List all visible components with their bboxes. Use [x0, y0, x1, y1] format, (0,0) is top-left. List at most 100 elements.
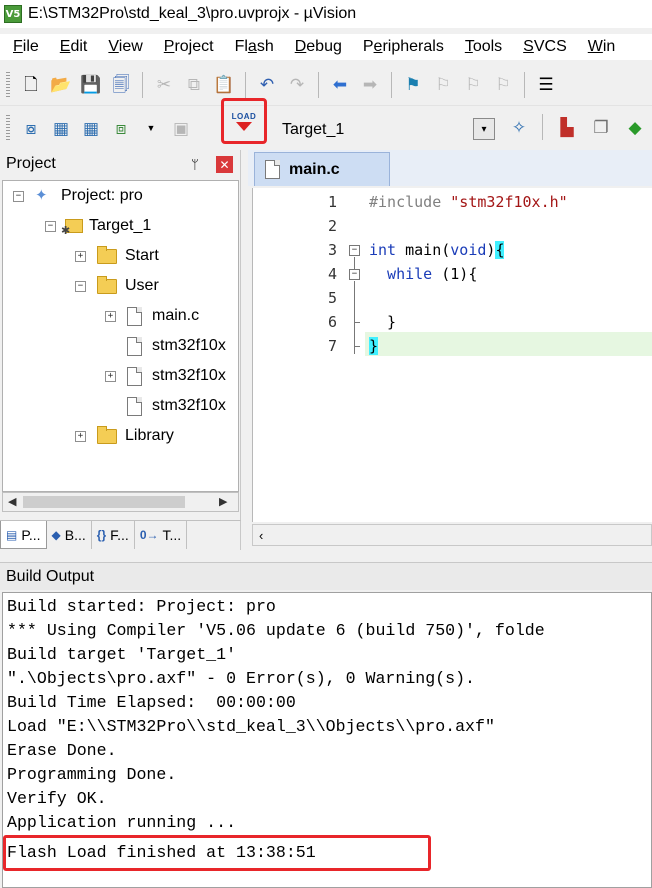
- file-extensions-icon[interactable]: ❐: [588, 114, 614, 140]
- build-icon[interactable]: ▦: [48, 115, 74, 141]
- line-number: 3: [327, 241, 337, 259]
- scrollbar-thumb[interactable]: [23, 496, 185, 508]
- build-output-pane[interactable]: Build started: Project: pro *** Using Co…: [2, 592, 652, 888]
- expand-toggle[interactable]: +: [75, 431, 86, 442]
- project-panel: Project ᛘ ✕ − ✦ Project: pro − ✱ Target_…: [0, 150, 241, 550]
- toolbar-separator: [318, 71, 319, 98]
- batch-build-icon[interactable]: ⧈: [108, 115, 134, 141]
- indent-icon[interactable]: ☰: [533, 72, 559, 98]
- clear-bookmarks-icon[interactable]: ⚐: [490, 72, 516, 98]
- next-bookmark-icon[interactable]: ⚐: [460, 72, 486, 98]
- tab-main-c[interactable]: main.c: [254, 152, 390, 186]
- tree-item-label: Target_1: [89, 217, 152, 234]
- scroll-right-icon[interactable]: ▶: [219, 495, 227, 508]
- menu-debug[interactable]: Debug: [282, 38, 350, 56]
- undo-icon[interactable]: ↶: [254, 72, 280, 98]
- toolbar-separator: [524, 71, 525, 98]
- target-selected-value: Target_1: [282, 121, 345, 138]
- file-icon: [127, 366, 142, 386]
- toolbar-separator: [542, 114, 543, 140]
- tab-project[interactable]: ▤ P...: [0, 521, 47, 549]
- chevron-down-icon[interactable]: ▾: [473, 118, 495, 140]
- tree-item-group-user[interactable]: User: [97, 273, 159, 299]
- project-tree: − ✦ Project: pro − ✱ Target_1 + Start − …: [2, 180, 239, 492]
- save-all-icon[interactable]: 🗐: [108, 72, 134, 98]
- batch-dropdown-icon[interactable]: ▼: [138, 115, 164, 141]
- tree-item-file[interactable]: stm32f10x: [127, 393, 226, 419]
- tree-horizontal-scrollbar[interactable]: ◀ ▶: [2, 492, 239, 512]
- menu-svcs[interactable]: SVCS: [510, 38, 575, 56]
- bookmark-icon[interactable]: ⚑: [400, 72, 426, 98]
- close-icon[interactable]: ✕: [216, 156, 233, 173]
- save-icon[interactable]: 💾: [78, 72, 104, 98]
- navigate-back-icon[interactable]: ⬅: [327, 72, 353, 98]
- file-toolbar: 🗋 📂 💾 🗐 ✂ ⧉ 📋 ↶ ↷ ⬅ ➡ ⚑ ⚐ ⚐ ⚐ ☰: [0, 64, 652, 106]
- fold-toggle[interactable]: −: [349, 245, 360, 256]
- line-number: 5: [327, 289, 337, 307]
- menu-window[interactable]: Win: [575, 38, 624, 56]
- tab-functions[interactable]: {} F...: [91, 521, 135, 549]
- functions-tab-icon: {}: [96, 528, 107, 542]
- tree-item-group-start[interactable]: Start: [97, 243, 159, 269]
- manage-components-icon[interactable]: ▙: [554, 114, 580, 140]
- open-folder-icon[interactable]: 📂: [48, 72, 74, 98]
- copy-icon[interactable]: ⧉: [181, 72, 207, 98]
- collapse-toggle[interactable]: −: [13, 191, 24, 202]
- menu-project[interactable]: Project: [151, 38, 222, 56]
- tree-item-file[interactable]: stm32f10x: [127, 333, 226, 359]
- collapse-toggle[interactable]: −: [75, 281, 86, 292]
- tree-item-file[interactable]: stm32f10x: [127, 363, 226, 389]
- expand-toggle[interactable]: +: [105, 311, 116, 322]
- project-icon: ✦: [35, 187, 48, 204]
- scroll-left-icon[interactable]: ◀: [8, 495, 16, 508]
- window-title: E:\STM32Pro\std_keal_3\pro.uvprojx - µVi…: [28, 5, 357, 22]
- menu-tools[interactable]: Tools: [452, 38, 510, 56]
- target-select[interactable]: Target_1 ▾: [282, 116, 502, 144]
- code-line-3: int main(void){: [369, 241, 505, 259]
- tree-item-label: stm32f10x: [152, 337, 226, 354]
- line-number: 1: [327, 193, 337, 211]
- rebuild-icon[interactable]: ▦: [78, 115, 104, 141]
- redo-icon[interactable]: ↷: [284, 72, 310, 98]
- pack-installer-icon[interactable]: ◆: [622, 114, 648, 140]
- menu-file[interactable]: File: [0, 38, 47, 56]
- menu-edit[interactable]: Edit: [47, 38, 96, 56]
- toolbar-separator: [245, 71, 246, 98]
- build-output-title: Build Output: [6, 567, 95, 585]
- expand-toggle[interactable]: +: [105, 371, 116, 382]
- load-download-button[interactable]: LOAD: [221, 98, 267, 144]
- target-folder-icon: ✱: [61, 218, 83, 237]
- translate-icon[interactable]: ⧇: [18, 115, 44, 141]
- tree-item-file[interactable]: main.c: [127, 303, 199, 329]
- toolbar-grip[interactable]: [6, 115, 10, 141]
- download-arrow-icon: [236, 121, 252, 131]
- editor-horizontal-scrollbar[interactable]: ‹: [252, 524, 652, 546]
- menu-flash[interactable]: Flash: [222, 38, 282, 56]
- tab-books[interactable]: ◆ B...: [46, 521, 92, 549]
- target-options-magic-wand-icon[interactable]: ✧: [506, 114, 532, 140]
- prev-bookmark-icon[interactable]: ⚐: [430, 72, 456, 98]
- toolbar-grip[interactable]: [6, 71, 10, 98]
- menu-view[interactable]: View: [95, 38, 150, 56]
- menu-bar: File Edit View Project Flash Debug Perip…: [0, 34, 652, 60]
- cut-icon[interactable]: ✂: [151, 72, 177, 98]
- uvision-app-icon: V5: [4, 5, 22, 23]
- expand-toggle[interactable]: +: [75, 251, 86, 262]
- code-editor[interactable]: 1 2 3 4 5 6 7 − − #include "stm32f10x.h"…: [252, 188, 652, 522]
- fold-toggle[interactable]: −: [349, 269, 360, 280]
- scroll-left-icon[interactable]: ‹: [259, 528, 263, 543]
- project-panel-header: Project ᛘ ✕: [0, 150, 240, 178]
- paste-icon[interactable]: 📋: [211, 72, 237, 98]
- stop-build-icon[interactable]: ▣: [168, 115, 194, 141]
- new-file-icon[interactable]: 🗋: [18, 72, 44, 98]
- tree-item-group-library[interactable]: Library: [97, 423, 174, 449]
- tree-item-project[interactable]: ✦ Project: pro: [35, 183, 143, 209]
- navigate-forward-icon[interactable]: ➡: [357, 72, 383, 98]
- output-line: ".\Objects\pro.axf" - 0 Error(s), 0 Warn…: [7, 669, 476, 688]
- collapse-toggle[interactable]: −: [45, 221, 56, 232]
- menu-peripherals[interactable]: Peripherals: [350, 38, 452, 56]
- tab-templates[interactable]: 0→ T...: [134, 521, 188, 549]
- editor-tab-strip: main.c: [248, 150, 652, 186]
- pin-icon[interactable]: ᛘ: [191, 157, 199, 172]
- tree-item-target[interactable]: ✱ Target_1: [61, 213, 151, 239]
